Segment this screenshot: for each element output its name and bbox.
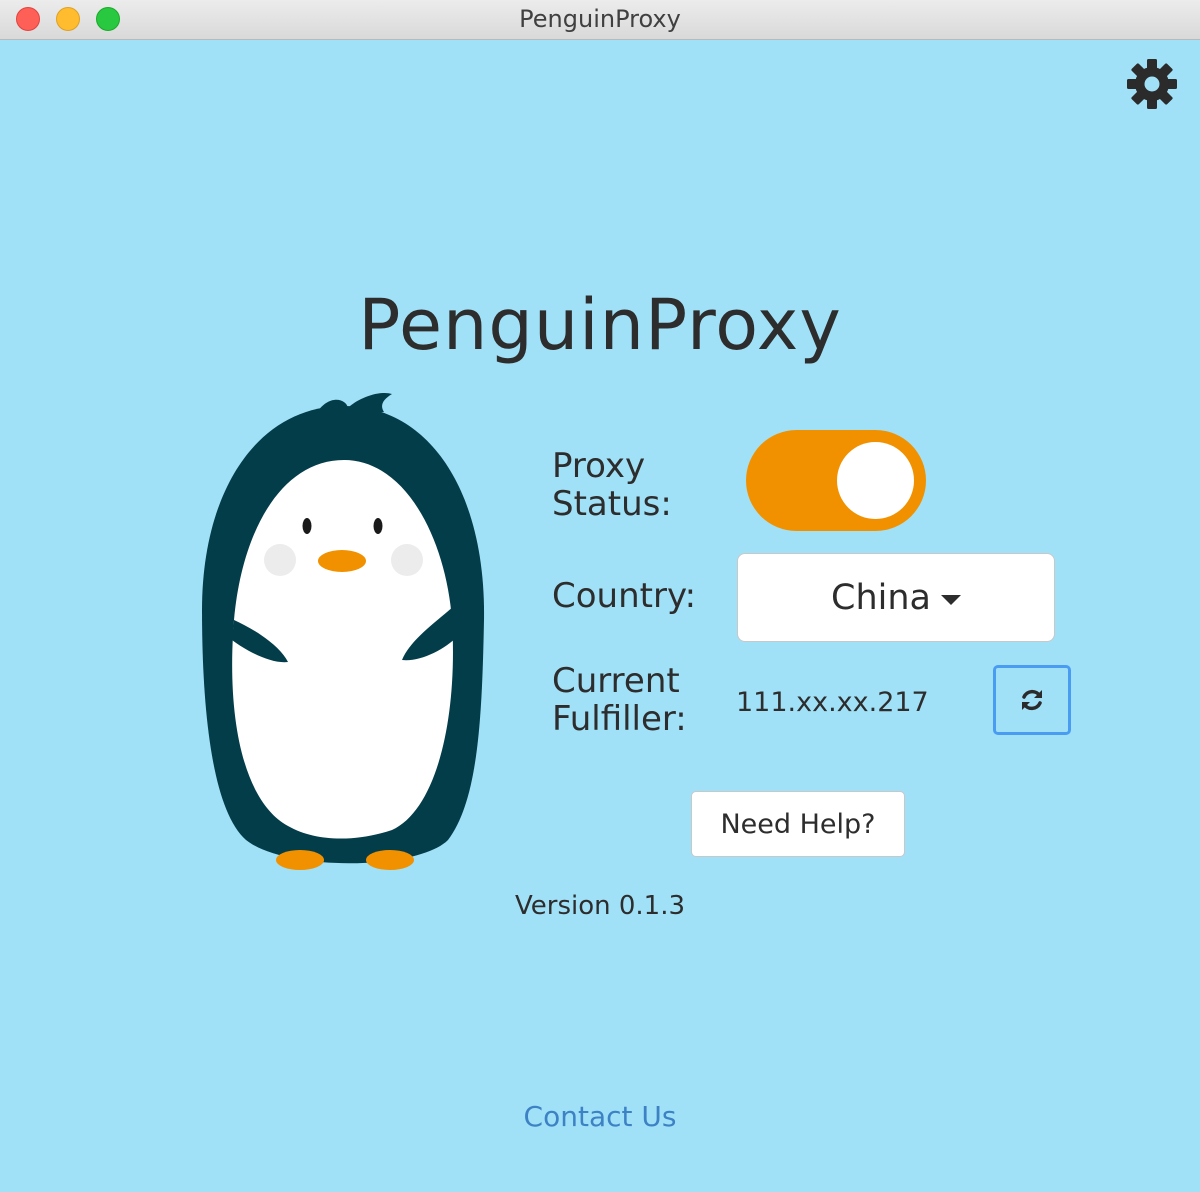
proxy-status-label: Proxy Status: — [552, 446, 672, 524]
caret-down-icon — [940, 594, 961, 605]
app-title: PenguinProxy — [358, 284, 842, 366]
proxy-status-toggle[interactable] — [746, 430, 926, 531]
version-text: Version 0.1.3 — [514, 891, 686, 921]
refresh-button[interactable] — [993, 665, 1071, 735]
penguin-mascot — [196, 390, 492, 880]
window-title: PenguinProxy — [519, 5, 681, 33]
country-label: Country: — [552, 576, 697, 616]
toggle-knob — [837, 442, 914, 519]
refresh-icon — [1022, 689, 1042, 711]
country-select-value: China — [831, 577, 931, 618]
app-window: PenguinProxy PenguinProxy Proxy Status: … — [0, 0, 1200, 1192]
need-help-button[interactable]: Need Help? — [691, 791, 905, 857]
fulfiller-ip: 111.xx.xx.217 — [736, 687, 929, 718]
contact-us-link[interactable]: Contact Us — [0, 1100, 1200, 1133]
gear-icon[interactable] — [1124, 56, 1180, 112]
country-select[interactable]: China — [737, 553, 1055, 642]
title-bar: PenguinProxy — [0, 0, 1200, 40]
current-fulfiller-label: Current Fulfiller: — [552, 661, 687, 739]
